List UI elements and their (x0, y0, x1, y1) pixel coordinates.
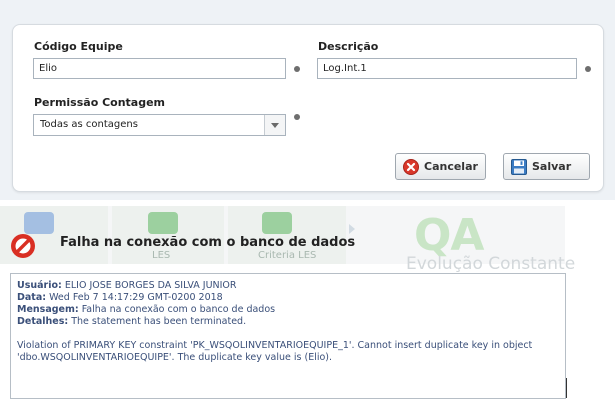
chevron-right-icon (349, 224, 355, 234)
data-line: Data: Wed Feb 7 14:17:29 GMT-0200 2018 (17, 292, 223, 303)
permissao-contagem-select[interactable]: Todas as contagens (33, 114, 286, 136)
cancel-button-label: Cancelar (424, 160, 478, 173)
text-cursor (566, 378, 567, 398)
required-indicator-icon (294, 66, 300, 72)
required-indicator-icon (585, 66, 591, 72)
save-button-label: Salvar (532, 160, 572, 173)
error-details-box: Usuário: ELIO JOSE BORGES DA SILVA JUNIO… (10, 273, 566, 399)
background-tile-2-label: LES (152, 250, 171, 261)
violation-message: Violation of PRIMARY KEY constraint 'PK_… (17, 340, 533, 363)
descricao-input[interactable] (317, 58, 577, 79)
error-title: Falha na conexão com o banco de dados (60, 235, 356, 250)
permissao-contagem-label: Permissão Contagem (34, 96, 166, 109)
app-slogan: Evolução Constante (406, 254, 576, 274)
cancel-button[interactable]: Cancelar (395, 153, 486, 180)
download-icon (262, 212, 292, 234)
permissao-selected-value: Todas as contagens (40, 119, 138, 130)
usuario-line: Usuário: ELIO JOSE BORGES DA SILVA JUNIO… (17, 280, 237, 291)
detalhes-line: Detalhes: The statement has been termina… (17, 316, 247, 327)
codigo-equipe-input[interactable] (33, 58, 286, 79)
no-entry-icon (10, 233, 36, 263)
grid-icon (24, 212, 54, 234)
floppy-disk-icon (511, 159, 527, 178)
team-form-card: Código Equipe Descrição Permissão Contag… (12, 24, 604, 192)
chevron-down-icon (271, 123, 279, 128)
save-button[interactable]: Salvar (503, 153, 590, 180)
required-indicator-icon (294, 114, 300, 120)
background-tile-3-label: Criteria LES (258, 250, 317, 261)
close-circle-icon (403, 159, 419, 178)
grid-icon (148, 212, 178, 234)
codigo-equipe-label: Código Equipe (34, 40, 123, 53)
dropdown-button[interactable] (264, 115, 285, 135)
descricao-label: Descrição (318, 40, 379, 53)
mensagem-line: Mensagem: Falha na conexão com o banco d… (17, 304, 276, 315)
